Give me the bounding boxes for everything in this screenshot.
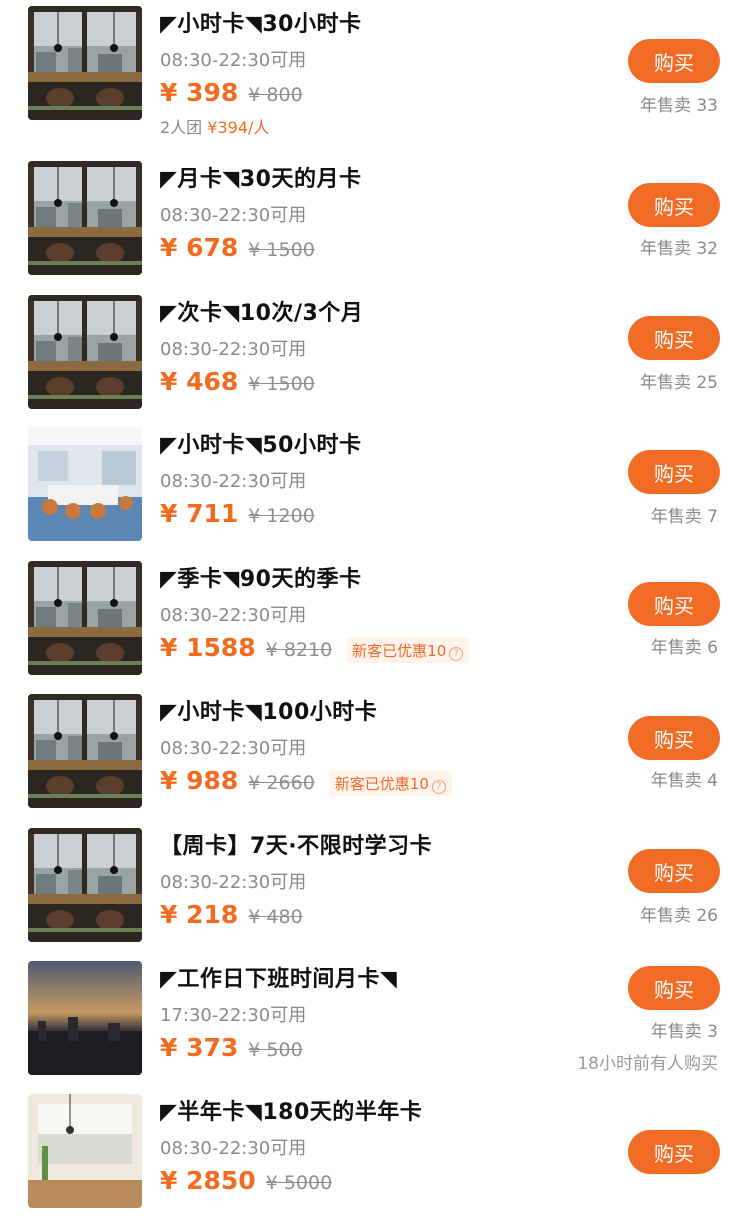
question-icon[interactable]: ? [431,780,446,794]
available-hours: 17:30-22:30可用 [160,1005,307,1026]
sale-price: ¥ 398 [160,78,239,107]
available-hours: 08:30-22:30可用 [160,471,307,492]
buy-button[interactable]: 购买 [628,966,720,1010]
price-row: ¥ 373 ¥ 500 [160,1033,303,1062]
available-hours: 08:30-22:30可用 [160,738,307,759]
product-title[interactable]: ◤半年卡◥180天的半年卡 [160,1094,422,1126]
original-price: ¥ 500 [248,1039,303,1061]
group-buy-label: 2人团 [160,118,208,137]
annual-sales-count: 年售卖 3 [650,1022,718,1042]
available-hours: 08:30-22:30可用 [160,872,307,893]
recent-purchase-note: 18小时前有人购买 [577,1054,718,1074]
discount-text: 新客已优惠10 [352,642,447,660]
product-card[interactable]: 【周卡】7天·不限时学习卡 08:30-22:30可用 ¥ 218 ¥ 480 … [0,822,750,962]
product-title[interactable]: ◤小时卡◥50小时卡 [160,427,361,459]
price-row: ¥ 218 ¥ 480 [160,900,303,929]
product-card[interactable]: ◤小时卡◥100小时卡 08:30-22:30可用 ¥ 988 ¥ 2660 新… [0,688,750,828]
buy-button[interactable]: 购买 [628,582,720,626]
product-thumbnail[interactable] [28,1094,142,1208]
buy-button[interactable]: 购买 [628,39,720,83]
product-thumbnail[interactable] [28,561,142,675]
available-hours: 08:30-22:30可用 [160,205,307,226]
product-title[interactable]: ◤工作日下班时间月卡◥ [160,961,397,993]
product-title[interactable]: ◤次卡◥10次/3个月 [160,295,363,327]
product-card[interactable]: ◤工作日下班时间月卡◥ 17:30-22:30可用 ¥ 373 ¥ 500 购买… [0,955,750,1095]
buy-button[interactable]: 购买 [628,1130,720,1174]
new-customer-discount-badge[interactable]: 新客已优惠10? [346,638,470,663]
product-thumbnail[interactable] [28,295,142,409]
annual-sales-count: 年售卖 33 [639,96,718,116]
product-card[interactable]: ◤次卡◥10次/3个月 08:30-22:30可用 ¥ 468 ¥ 1500 购… [0,289,750,429]
sale-price: ¥ 2850 [160,1166,256,1195]
product-thumbnail[interactable] [28,694,142,808]
original-price: ¥ 5000 [265,1172,333,1194]
sale-price: ¥ 468 [160,367,239,396]
question-icon[interactable]: ? [449,647,464,661]
product-title[interactable]: ◤小时卡◥100小时卡 [160,694,377,726]
sale-price: ¥ 1588 [160,633,256,662]
product-card[interactable]: ◤小时卡◥30小时卡 08:30-22:30可用 ¥ 398 ¥ 800 2人团… [0,0,750,140]
annual-sales-count: 年售卖 6 [650,638,718,658]
original-price: ¥ 1500 [248,373,315,395]
group-buy-info: 2人团 ¥394/人 [160,114,269,138]
sale-price: ¥ 678 [160,233,239,262]
buy-button[interactable]: 购买 [628,450,720,494]
product-thumbnail[interactable] [28,828,142,942]
price-row: ¥ 398 ¥ 800 [160,78,303,107]
annual-sales-count: 年售卖 32 [639,239,718,259]
product-card[interactable]: ◤月卡◥30天的月卡 08:30-22:30可用 ¥ 678 ¥ 1500 购买… [0,155,750,295]
price-row: ¥ 1588 ¥ 8210 新客已优惠10? [160,633,470,663]
product-thumbnail[interactable] [28,427,142,541]
original-price: ¥ 8210 [265,639,333,661]
new-customer-discount-badge[interactable]: 新客已优惠10? [328,771,452,796]
annual-sales-count: 年售卖 4 [650,771,718,791]
product-card[interactable]: ◤半年卡◥180天的半年卡 08:30-22:30可用 ¥ 2850 ¥ 500… [0,1088,750,1228]
product-title[interactable]: ◤季卡◥90天的季卡 [160,561,361,593]
annual-sales-count: 年售卖 7 [650,507,718,527]
annual-sales-count: 年售卖 26 [639,906,718,926]
price-row: ¥ 711 ¥ 1200 [160,499,315,528]
original-price: ¥ 480 [248,906,303,928]
original-price: ¥ 2660 [248,772,315,794]
product-title[interactable]: ◤小时卡◥30小时卡 [160,6,361,38]
buy-button[interactable]: 购买 [628,316,720,360]
group-buy-price: ¥394/人 [207,118,270,137]
available-hours: 08:30-22:30可用 [160,605,307,626]
original-price: ¥ 1200 [248,505,315,527]
price-row: ¥ 678 ¥ 1500 [160,233,315,262]
product-thumbnail[interactable] [28,961,142,1075]
sale-price: ¥ 711 [160,499,239,528]
product-title[interactable]: ◤月卡◥30天的月卡 [160,161,361,193]
product-thumbnail[interactable] [28,6,142,120]
sale-price: ¥ 988 [160,766,239,795]
discount-text: 新客已优惠10 [334,775,429,793]
sale-price: ¥ 218 [160,900,239,929]
product-card[interactable]: ◤季卡◥90天的季卡 08:30-22:30可用 ¥ 1588 ¥ 8210 新… [0,555,750,695]
available-hours: 08:30-22:30可用 [160,1138,307,1159]
buy-button[interactable]: 购买 [628,716,720,760]
available-hours: 08:30-22:30可用 [160,339,307,360]
price-row: ¥ 468 ¥ 1500 [160,367,315,396]
buy-button[interactable]: 购买 [628,849,720,893]
original-price: ¥ 800 [248,84,303,106]
product-thumbnail[interactable] [28,161,142,275]
sale-price: ¥ 373 [160,1033,239,1062]
price-row: ¥ 988 ¥ 2660 新客已优惠10? [160,766,452,796]
annual-sales-count: 年售卖 25 [639,373,718,393]
price-row: ¥ 2850 ¥ 5000 [160,1166,332,1195]
product-title[interactable]: 【周卡】7天·不限时学习卡 [160,828,432,860]
available-hours: 08:30-22:30可用 [160,50,307,71]
buy-button[interactable]: 购买 [628,183,720,227]
original-price: ¥ 1500 [248,239,315,261]
product-card[interactable]: ◤小时卡◥50小时卡 08:30-22:30可用 ¥ 711 ¥ 1200 购买… [0,421,750,561]
